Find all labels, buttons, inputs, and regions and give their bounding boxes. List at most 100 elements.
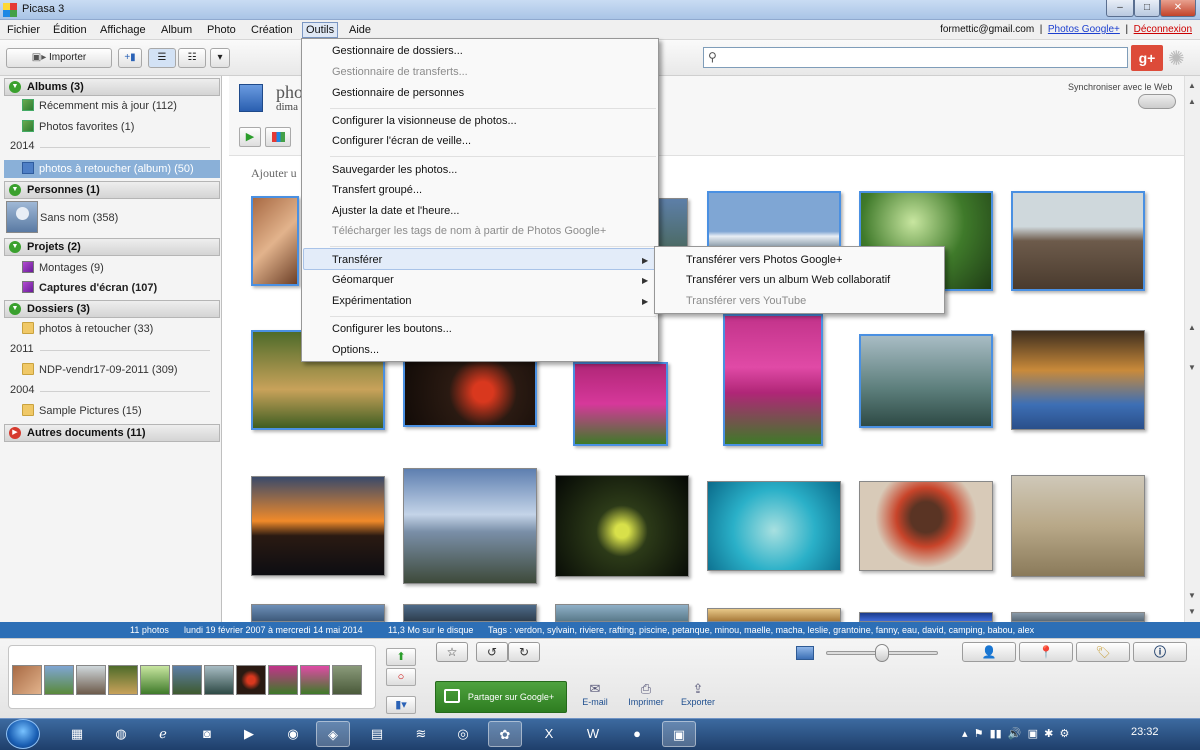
menu-item-batch-upload[interactable]: Transfert groupé... bbox=[332, 184, 422, 196]
menu-item-viewer-config[interactable]: Configurer la visionneuse de photos... bbox=[332, 115, 517, 127]
menu-item-folder-manager[interactable]: Gestionnaire de dossiers... bbox=[332, 45, 463, 57]
photo-thumbnail[interactable] bbox=[1011, 191, 1145, 291]
sidebar-item-selected-album[interactable]: photos à retoucher (album) (50) bbox=[4, 160, 220, 178]
album-title[interactable]: pho bbox=[276, 82, 303, 103]
media-player-icon[interactable]: ▶ bbox=[232, 721, 266, 747]
word-icon[interactable]: W bbox=[576, 721, 610, 747]
sidebar-item-screenshots[interactable]: Captures d'écran (107) bbox=[22, 280, 157, 296]
section-other-documents[interactable]: ▶ Autres documents (11) bbox=[4, 424, 220, 442]
section-projects[interactable]: ▼ Projets (2) bbox=[4, 238, 220, 256]
tray-thumbnail[interactable] bbox=[108, 665, 138, 695]
explorer-icon[interactable]: ▦ bbox=[60, 721, 94, 747]
logout-link[interactable]: Déconnexion bbox=[1134, 24, 1192, 35]
export-button[interactable]: ⇪ Exporter bbox=[678, 681, 718, 707]
sidebar-item-folder-retoucher[interactable]: photos à retoucher (33) bbox=[22, 321, 153, 337]
photo-thumbnail[interactable] bbox=[859, 481, 993, 571]
clock[interactable]: 23:32 bbox=[1131, 726, 1159, 738]
menu-item-screensaver-config[interactable]: Configurer l'écran de veille... bbox=[332, 135, 471, 147]
photo-thumbnail[interactable] bbox=[251, 476, 385, 576]
sidebar-item-favorites[interactable]: Photos favorites (1) bbox=[22, 119, 134, 135]
share-google-plus-button[interactable]: Partager sur Google+ bbox=[435, 681, 567, 713]
app-icon[interactable]: ● bbox=[620, 721, 654, 747]
vertical-scrollbar[interactable] bbox=[1184, 76, 1200, 622]
tray-thumbnail[interactable] bbox=[140, 665, 170, 695]
collage-icon[interactable] bbox=[265, 127, 291, 147]
tray-thumbnail[interactable] bbox=[172, 665, 202, 695]
sidebar-item-folder-sample[interactable]: Sample Pictures (15) bbox=[22, 403, 142, 419]
google-plus-button[interactable]: g+ bbox=[1131, 45, 1163, 71]
start-button[interactable] bbox=[6, 719, 40, 749]
print-button[interactable]: ⎙ Imprimer bbox=[626, 681, 666, 707]
menu-item-upload-google-photos[interactable]: Transférer vers Photos Google+ bbox=[686, 254, 842, 266]
expand-icon[interactable]: ▼ bbox=[9, 81, 21, 93]
app-icon[interactable]: ▣ bbox=[662, 721, 696, 747]
sidebar-item-montages[interactable]: Montages (9) bbox=[22, 260, 104, 276]
maximize-button[interactable]: □ bbox=[1134, 0, 1160, 17]
places-pin-icon[interactable]: 📍 bbox=[1019, 642, 1073, 662]
tray-thumbnail[interactable] bbox=[204, 665, 234, 695]
list-view-icon[interactable]: ☰ bbox=[148, 48, 176, 68]
menu-item-experimental[interactable]: Expérimentation bbox=[332, 295, 412, 307]
photo-thumbnail[interactable] bbox=[1011, 612, 1145, 622]
tray-thumbnail[interactable] bbox=[12, 665, 42, 695]
menu-affichage[interactable]: Affichage bbox=[97, 23, 149, 39]
tray-thumbnail[interactable] bbox=[300, 665, 330, 695]
photo-thumbnail[interactable] bbox=[723, 314, 823, 446]
photo-thumbnail[interactable] bbox=[859, 334, 993, 428]
menu-aide[interactable]: Aide bbox=[346, 23, 374, 39]
scroll-thumb-up-icon[interactable]: ▲ bbox=[1186, 322, 1198, 334]
app-icon[interactable]: ◙ bbox=[190, 721, 224, 747]
photo-thumbnail[interactable] bbox=[555, 604, 689, 622]
slider-knob[interactable] bbox=[875, 644, 889, 662]
tray-thumbnail[interactable] bbox=[332, 665, 362, 695]
menu-edition[interactable]: Édition bbox=[50, 23, 90, 39]
menu-item-options[interactable]: Options... bbox=[332, 344, 379, 356]
star-icon[interactable]: ☆ bbox=[436, 642, 468, 662]
picasa-taskbar-icon[interactable]: ✿ bbox=[488, 721, 522, 747]
photo-thumbnail[interactable] bbox=[1011, 475, 1145, 577]
menu-creation[interactable]: Création bbox=[248, 23, 296, 39]
people-pane-icon[interactable]: 👤 bbox=[962, 642, 1016, 662]
tree-view-icon[interactable]: ☷ bbox=[178, 48, 206, 68]
tray-thumbnail[interactable] bbox=[76, 665, 106, 695]
add-to-album-icon[interactable]: ▮▾ bbox=[386, 696, 416, 714]
expand-icon[interactable]: ▼ bbox=[9, 303, 21, 315]
sidebar-item-unnamed[interactable]: Sans nom (358) bbox=[40, 210, 118, 226]
section-people[interactable]: ▼ Personnes (1) bbox=[4, 181, 220, 199]
tray-thumbnail[interactable] bbox=[268, 665, 298, 695]
chrome-icon[interactable]: ◎ bbox=[446, 721, 480, 747]
menu-item-geotag[interactable]: Géomarquer bbox=[332, 274, 394, 286]
scroll-top-icon[interactable]: ▲ bbox=[1186, 80, 1198, 92]
menu-item-adjust-date[interactable]: Ajuster la date et l'heure... bbox=[332, 205, 459, 217]
photo-thumbnail[interactable] bbox=[707, 481, 841, 571]
avatar[interactable] bbox=[6, 201, 38, 233]
rotate-right-icon[interactable]: ↻ bbox=[508, 642, 540, 662]
tray-thumbnail[interactable] bbox=[44, 665, 74, 695]
app-icon[interactable]: ◈ bbox=[316, 721, 350, 747]
menu-item-backup[interactable]: Sauvegarder les photos... bbox=[332, 164, 457, 176]
scroll-thumb-down-icon[interactable]: ▼ bbox=[1186, 362, 1198, 374]
section-albums[interactable]: ▼ Albums (3) bbox=[4, 78, 220, 96]
menu-item-transferer[interactable]: Transférer bbox=[332, 254, 382, 266]
scroll-up-icon[interactable]: ▲ bbox=[1186, 96, 1198, 108]
scroll-bottom-icon[interactable]: ▼ bbox=[1186, 606, 1198, 618]
firefox-icon[interactable]: ◍ bbox=[104, 721, 138, 747]
photo-thumbnail[interactable] bbox=[859, 612, 993, 622]
tray-thumbnail[interactable] bbox=[236, 665, 266, 695]
photos-google-link[interactable]: Photos Google+ bbox=[1048, 24, 1120, 35]
photo-thumbnail[interactable] bbox=[555, 475, 689, 577]
expand-icon[interactable]: ▼ bbox=[9, 241, 21, 253]
search-input[interactable]: ⚲ bbox=[703, 47, 1128, 68]
slideshow-play-icon[interactable]: ▶ bbox=[239, 127, 261, 147]
menu-album[interactable]: Album bbox=[158, 23, 195, 39]
sidebar-item-recent[interactable]: Récemment mis à jour (112) bbox=[22, 98, 177, 114]
app-icon[interactable]: ◉ bbox=[276, 721, 310, 747]
photo-thumbnail[interactable] bbox=[251, 196, 299, 286]
menu-item-people-manager[interactable]: Gestionnaire de personnes bbox=[332, 87, 464, 99]
photo-thumbnail[interactable] bbox=[403, 357, 537, 427]
photo-thumbnail[interactable] bbox=[403, 468, 537, 584]
photo-thumbnail[interactable] bbox=[1011, 330, 1145, 430]
app-icon[interactable]: ≋ bbox=[404, 721, 438, 747]
menu-item-configure-buttons[interactable]: Configurer les boutons... bbox=[332, 323, 452, 335]
menu-outils[interactable]: Outils bbox=[302, 22, 339, 38]
